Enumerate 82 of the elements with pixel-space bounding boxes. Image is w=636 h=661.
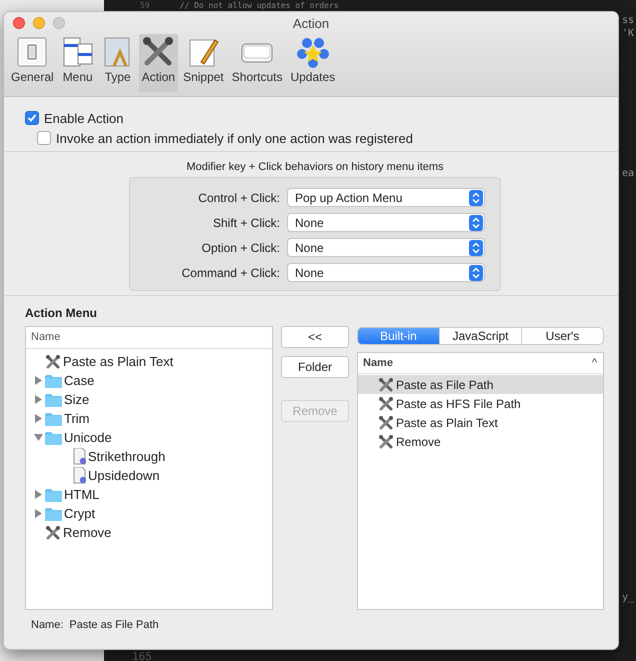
popup-button[interactable]: Pop up Action Menu [287,188,485,207]
tree-row[interactable]: Unicode [26,428,272,447]
minimize-button[interactable] [33,17,45,29]
tree-row[interactable]: Size [26,390,272,409]
toolbar-tab[interactable]: Shortcuts [228,34,286,92]
column-header[interactable]: Name [26,327,272,349]
tree-row[interactable]: Trim [26,409,272,428]
star-cluster-icon [296,36,329,68]
folder-icon [45,430,62,444]
folder-icon [45,506,62,520]
checkbox-label: Enable Action [44,110,124,126]
field-label: Shift + Click: [212,216,280,230]
tree-row[interactable]: Case [26,371,272,390]
disclosure-right-icon[interactable] [34,414,43,423]
code-fragment: 'K [622,28,634,40]
disclosure-right-icon[interactable] [34,490,43,499]
line-number: 165 [132,650,152,661]
window-title: Action [292,16,330,30]
toolbar-tab[interactable]: Action [138,34,178,92]
stepper-arrows-icon [469,190,483,206]
table-row[interactable]: Paste as Plain Text [358,413,603,432]
crossed-tools-icon [378,434,394,450]
checkbox[interactable] [37,131,51,145]
popup-button[interactable]: None [287,263,485,282]
script-file-icon [73,467,86,484]
line-number: 59 [140,1,150,11]
switch-icon [16,36,48,68]
crossed-tools-icon [378,376,394,392]
folder-icon [45,392,62,406]
crossed-tools-icon [45,354,61,370]
field-label: Control + Click: [197,190,280,204]
crossed-tools-icon [142,36,174,68]
toolbar-tab[interactable]: Type [98,34,137,92]
field-label: Option + Click: [200,240,280,254]
segment-tab[interactable]: JavaScript [439,328,521,344]
crossed-tools-icon [378,414,394,430]
segment-tab[interactable]: User's [521,328,603,344]
toolbar-tab[interactable]: Menu [58,34,97,92]
tree-row[interactable]: Crypt [26,504,272,523]
section-caption: Modifier key + Click behaviors on history menu items [186,161,444,174]
push-button[interactable]: Folder [281,356,349,378]
folder-icon [45,488,62,502]
toolbar-tab[interactable]: Snippet [180,34,227,92]
code-fragment: ss [622,15,634,27]
disclosure-right-icon[interactable] [34,376,43,385]
window-icon [62,36,94,68]
tree-row[interactable]: Remove [26,523,272,542]
tree-row[interactable]: Strikethrough [26,447,272,466]
crossed-tools-icon [45,524,61,540]
disclosure-down-icon[interactable] [34,433,43,442]
code-fragment: ea [622,168,634,180]
toolbar-tab[interactable]: Updates [287,34,338,92]
disclosure-right-icon[interactable] [34,395,43,404]
field-label: Command + Click: [180,266,280,280]
tree-row[interactable]: HTML [26,485,272,504]
crossed-tools-icon [378,396,394,412]
name-value: Paste as File Path [69,619,159,631]
script-file-icon [73,448,86,465]
checkbox-label: Invoke an action immediately if only one action was registered [56,130,413,146]
code-line: // Do not allow updates of orders [180,1,339,11]
popup-button[interactable]: None [287,213,485,232]
toolbar-tab[interactable]: General [8,34,57,92]
folder-icon [45,374,62,388]
stepper-arrows-icon [469,240,483,256]
name-label: Name: [31,619,64,631]
table-row[interactable]: Paste as HFS File Path [358,394,603,413]
checkbox[interactable] [25,111,39,125]
table-row[interactable]: Paste as File Path [358,375,603,394]
folder-icon [45,412,62,426]
section-title: Action Menu [25,306,98,321]
table-row[interactable]: Remove [358,432,603,451]
stepper-arrows-icon [469,264,483,280]
close-button[interactable] [13,17,25,29]
stepper-arrows-icon [469,214,483,230]
code-fragment: y_ [622,592,634,604]
tree-row[interactable]: Upsidedown [26,466,272,485]
push-button[interactable]: << [281,326,349,348]
popup-button[interactable]: None [287,238,485,257]
sort-indicator: ^ [592,357,597,369]
disclosure-right-icon[interactable] [34,509,43,518]
tree-row[interactable]: Paste as Plain Text [26,352,272,371]
column-header[interactable]: Name ^ [358,353,603,374]
